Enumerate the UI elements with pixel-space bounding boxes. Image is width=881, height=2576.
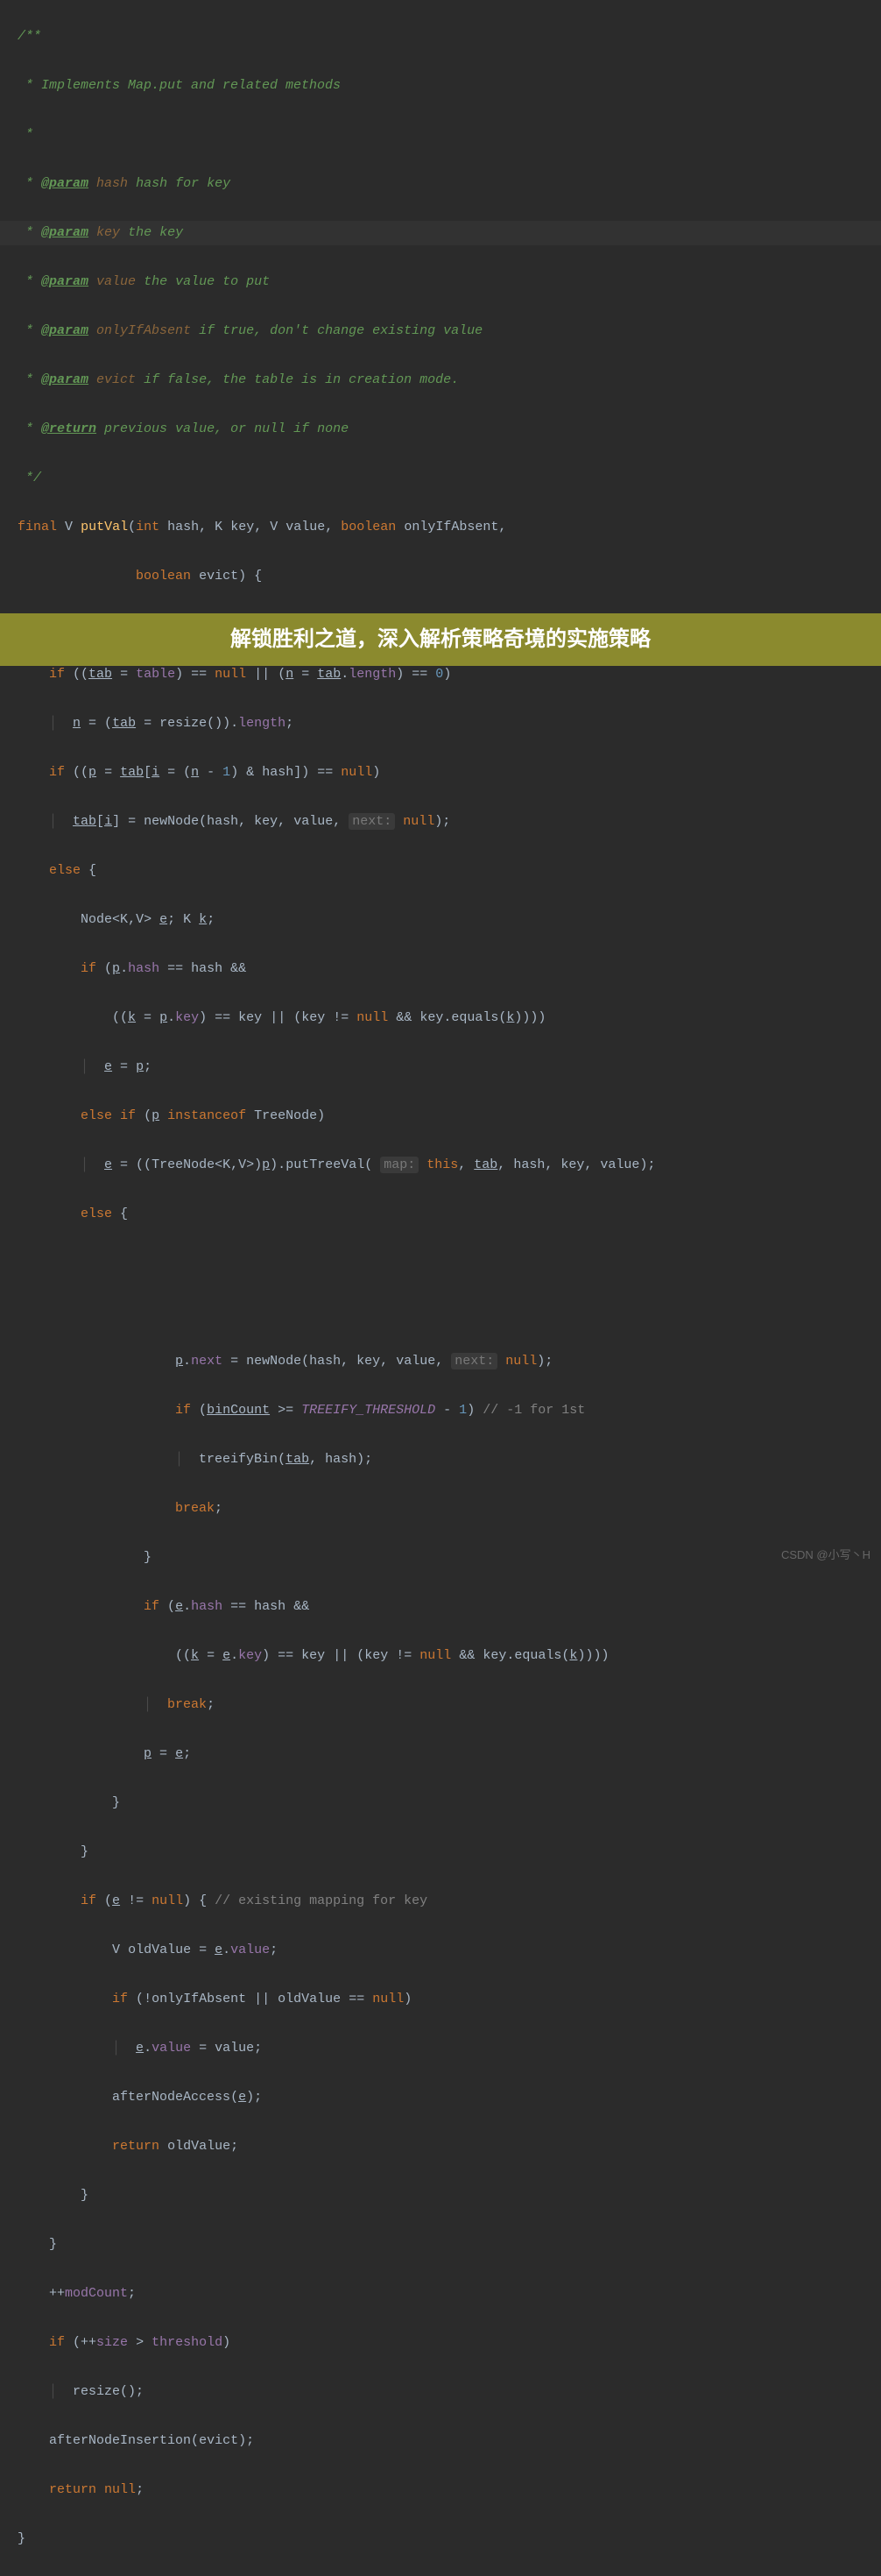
code-line: } [18, 2233, 881, 2257]
watermark-text: CSDN @小写丶H [781, 1543, 870, 1568]
code-line: if ((p = tab[i = (n - 1) & hash]) == nul… [18, 761, 881, 785]
code-line: return oldValue; [18, 2134, 881, 2159]
code-line: │ break; [18, 1693, 881, 1717]
code-line: } [18, 1546, 881, 1570]
doc-param-line: * @param value the value to put [18, 270, 881, 294]
code-line: │ e = ((TreeNode<K,V>)p).putTreeVal( map… [18, 1153, 881, 1178]
doc-line: */ [18, 466, 881, 491]
code-line: } [18, 1791, 881, 1815]
code-line: if ((tab = table) == null || (n = tab.le… [18, 662, 881, 687]
doc-param-line-highlighted: * @param key the key [0, 221, 881, 245]
code-line: else { [18, 859, 881, 883]
code-editor[interactable]: /** * Implements Map.put and related met… [0, 0, 881, 2576]
code-line: } [18, 1840, 881, 1865]
code-line: } [18, 2527, 881, 2551]
code-line: p.next = newNode(hash, key, value, next:… [18, 1349, 881, 1374]
code-line-obscured [18, 1300, 881, 1325]
code-line: │ e = p; [18, 1055, 881, 1079]
doc-param-line: * @param hash hash for key [18, 172, 881, 196]
code-line: break; [18, 1497, 881, 1521]
code-line: if (e.hash == hash && [18, 1595, 881, 1619]
code-line: if (p.hash == hash && [18, 957, 881, 981]
code-line: │ resize(); [18, 2380, 881, 2404]
code-line: │ tab[i] = newNode(hash, key, value, nex… [18, 810, 881, 834]
doc-return-line: * @return previous value, or null if non… [18, 417, 881, 442]
code-line-obscured [18, 1251, 881, 1276]
overlay-banner: 解锁胜利之道，深入解析策略奇境的实施策略 [0, 613, 881, 666]
code-line: return null; [18, 2478, 881, 2502]
code-line: ((k = p.key) == key || (key != null && k… [18, 1006, 881, 1030]
doc-param-line: * @param onlyIfAbsent if true, don't cha… [18, 319, 881, 343]
method-signature: final V putVal(int hash, K key, V value,… [18, 515, 881, 540]
doc-line: /** [18, 25, 881, 49]
code-line: else if (p instanceof TreeNode) [18, 1104, 881, 1129]
code-line: ++modCount; [18, 2282, 881, 2306]
code-line: else { [18, 1202, 881, 1227]
code-line: ((k = e.key) == key || (key != null && k… [18, 1644, 881, 1668]
code-line: p = e; [18, 1742, 881, 1766]
doc-param-line: * @param evict if false, the table is in… [18, 368, 881, 393]
code-line: afterNodeInsertion(evict); [18, 2429, 881, 2453]
method-signature-cont: boolean evict) { [18, 564, 881, 589]
doc-line: * Implements Map.put and related methods [18, 74, 881, 98]
code-line: if (!onlyIfAbsent || oldValue == null) [18, 1987, 881, 2012]
code-line: if (++size > threshold) [18, 2331, 881, 2355]
code-line: if (e != null) { // existing mapping for… [18, 1889, 881, 1914]
code-line: } [18, 2183, 881, 2208]
code-line: if (binCount >= TREEIFY_THRESHOLD - 1) /… [18, 1398, 881, 1423]
doc-line: * [18, 123, 881, 147]
code-line: │ treeifyBin(tab, hash); [18, 1447, 881, 1472]
code-line: V oldValue = e.value; [18, 1938, 881, 1963]
code-line: afterNodeAccess(e); [18, 2085, 881, 2110]
code-line: │ n = (tab = resize()).length; [18, 711, 881, 736]
code-line: Node<K,V> e; K k; [18, 908, 881, 932]
code-line: │ e.value = value; [18, 2036, 881, 2061]
